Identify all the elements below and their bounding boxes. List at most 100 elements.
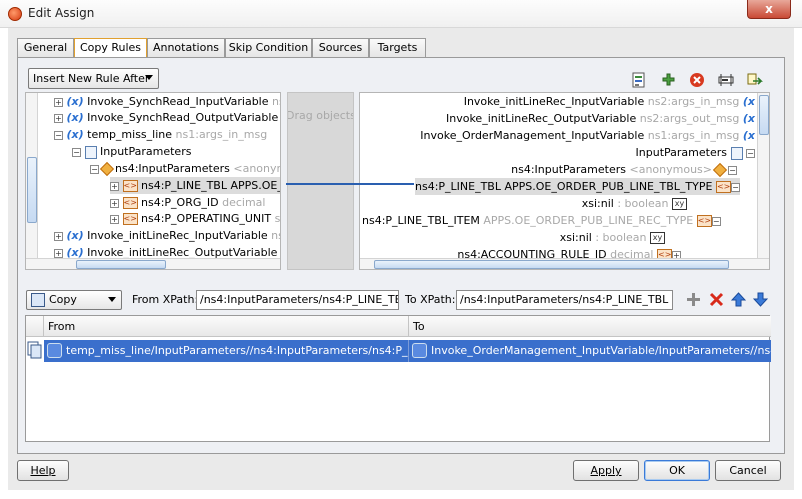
- help-button[interactable]: Help: [17, 460, 69, 481]
- complex-element-icon: <>: [122, 213, 138, 225]
- tab-general[interactable]: General: [17, 38, 74, 58]
- variable-icon: (x): [66, 95, 84, 108]
- copy-icon: [31, 293, 45, 307]
- variable-icon: [47, 343, 62, 358]
- insert-literal-icon[interactable]: [718, 72, 734, 88]
- column-header-to[interactable]: To: [409, 316, 771, 337]
- expand-icon[interactable]: +: [54, 248, 63, 258]
- variable-icon: (x: [742, 112, 755, 125]
- attribute-icon: xy: [650, 232, 665, 244]
- scroll-thumb[interactable]: [27, 157, 37, 223]
- collapse-icon[interactable]: −: [728, 165, 737, 175]
- tree-node-ns4-inputparameters[interactable]: −ns4:InputParameters <anonym: [90, 160, 280, 177]
- to-cell[interactable]: Invoke_OrderManagement_InputVariable/Inp…: [409, 340, 771, 362]
- expand-icon[interactable]: +: [110, 214, 119, 224]
- remove-icon[interactable]: [689, 72, 705, 88]
- expand-icon[interactable]: +: [54, 231, 63, 241]
- ok-button[interactable]: OK: [644, 460, 710, 481]
- tree-node-xsi-nil-1[interactable]: xsi:nil : boolean xy: [582, 195, 687, 212]
- variable-icon: [412, 343, 427, 358]
- complex-element-icon: <>: [715, 181, 731, 193]
- tree-node-invoke-synchread-output[interactable]: + (x) Invoke_SynchRead_OutputVariable ns…: [54, 109, 280, 126]
- target-tree-panel[interactable]: Invoke_initLineRec_InputVariable ns2:arg…: [359, 92, 770, 270]
- element-icon: [712, 162, 728, 178]
- to-xpath-field[interactable]: /ns4:InputParameters/ns4:P_LINE_TBL: [456, 290, 673, 310]
- tree-node-p-operating-unit[interactable]: + <> ns4:P_OPERATING_UNIT s: [110, 210, 280, 227]
- auto-map-icon[interactable]: [747, 72, 763, 88]
- add-rule-icon[interactable]: [686, 292, 701, 307]
- tree-node-inputparameters[interactable]: − InputParameters: [72, 143, 191, 160]
- expand-icon[interactable]: +: [110, 181, 119, 191]
- to-xpath-label: To XPath:: [405, 293, 456, 306]
- tab-annotations[interactable]: Annotations: [147, 38, 225, 58]
- insert-rule-dropdown[interactable]: Insert New Rule After: [28, 68, 159, 89]
- table-row[interactable]: temp_miss_line/InputParameters//ns4:Inpu…: [44, 340, 771, 362]
- source-tree-panel[interactable]: + (x) Invoke_SynchRead_InputVariable ns3…: [25, 92, 281, 270]
- chevron-down-icon: [108, 297, 116, 302]
- scroll-thumb[interactable]: [374, 260, 729, 269]
- tree-node-temp-miss-line[interactable]: − (x) temp_miss_line ns1:args_in_msg: [54, 126, 267, 143]
- apply-button[interactable]: Apply: [573, 460, 639, 481]
- tree-node-ns4-inputparameters-target[interactable]: ns4:InputParameters <anonymous> −: [511, 161, 737, 178]
- message-part-icon: [84, 145, 97, 159]
- cancel-button[interactable]: Cancel: [715, 460, 781, 481]
- tree-node-p-line-tbl-item[interactable]: ns4:P_LINE_TBL_ITEM APPS.OE_ORDER_PUB_LI…: [362, 212, 721, 229]
- tree-node-p-org-id[interactable]: + <> ns4:P_ORG_ID decimal: [110, 194, 265, 211]
- source-vertical-scrollbar[interactable]: [26, 93, 38, 259]
- source-horizontal-scrollbar[interactable]: [26, 258, 280, 269]
- move-up-icon[interactable]: [731, 292, 746, 307]
- tree-node-inputparameters-target[interactable]: InputParameters −: [636, 144, 755, 161]
- expression-builder-icon[interactable]: [631, 72, 647, 88]
- column-header-from[interactable]: From: [44, 316, 409, 337]
- expand-icon[interactable]: +: [54, 97, 63, 107]
- tree-node-invoke-initlinerec-input[interactable]: + (x) Invoke_initLineRec_InputVariable n…: [54, 227, 280, 244]
- target-vertical-scrollbar[interactable]: [757, 93, 769, 259]
- tree-node-invoke-ordermanagement-input[interactable]: Invoke_OrderManagement_InputVariable ns1…: [420, 127, 755, 144]
- add-xml-fragment-icon[interactable]: [660, 72, 676, 88]
- collapse-icon[interactable]: −: [90, 164, 99, 174]
- window-close-button[interactable]: x: [747, 0, 791, 19]
- row-copy-icon: [27, 341, 43, 359]
- from-cell[interactable]: temp_miss_line/InputParameters//ns4:Inpu…: [44, 340, 409, 362]
- tab-skip-condition[interactable]: Skip Condition: [225, 38, 312, 58]
- tree-node-xsi-nil-2[interactable]: xsi:nil : boolean xy: [560, 229, 665, 246]
- variable-icon: (x: [742, 129, 755, 142]
- row-header-column: [26, 316, 44, 337]
- insert-rule-label: Insert New Rule After: [33, 72, 150, 85]
- drag-hint-text: Drag objects h: [287, 109, 354, 122]
- tree-node-invoke-initlinerec-input-target[interactable]: Invoke_initLineRec_InputVariable ns2:arg…: [464, 93, 755, 110]
- variable-icon: (x: [742, 95, 755, 108]
- attribute-icon: xy: [672, 198, 687, 210]
- from-xpath-label: From XPath:: [132, 293, 199, 306]
- tab-copy-rules[interactable]: Copy Rules: [74, 38, 147, 59]
- mapping-link-line[interactable]: [286, 183, 414, 185]
- expand-icon[interactable]: +: [54, 113, 63, 123]
- complex-element-icon: <>: [696, 215, 712, 227]
- app-logo-icon: [8, 7, 22, 21]
- collapse-icon[interactable]: −: [711, 216, 721, 226]
- delete-rule-icon[interactable]: [709, 292, 724, 307]
- collapse-icon[interactable]: −: [54, 130, 63, 140]
- tab-sources[interactable]: Sources: [312, 38, 369, 58]
- tree-node-p-line-tbl[interactable]: + <> ns4:P_LINE_TBL APPS.OE_: [110, 177, 280, 194]
- copy-operation-dropdown[interactable]: Copy: [26, 290, 122, 310]
- target-horizontal-scrollbar[interactable]: [360, 258, 769, 269]
- tree-node-invoke-synchread-input[interactable]: + (x) Invoke_SynchRead_InputVariable ns3…: [54, 93, 280, 110]
- scroll-thumb[interactable]: [759, 95, 769, 135]
- variable-icon: (x): [66, 128, 84, 141]
- complex-element-icon: <>: [122, 180, 138, 192]
- expand-icon[interactable]: +: [110, 198, 119, 208]
- tree-node-p-line-tbl-target[interactable]: ns4:P_LINE_TBL APPS.OE_ORDER_PUB_LINE_TB…: [415, 178, 740, 195]
- collapse-icon[interactable]: −: [730, 182, 740, 192]
- tree-node-invoke-initlinerec-output-target[interactable]: Invoke_initLineRec_OutputVariable ns2:ar…: [446, 110, 755, 127]
- title-bar: [0, 0, 802, 28]
- collapse-icon[interactable]: −: [746, 148, 755, 158]
- from-xpath-field[interactable]: /ns4:InputParameters/ns4:P_LINE_TBL: [196, 290, 399, 310]
- copy-rules-table[interactable]: From To temp_miss_line/InputParameters//…: [25, 315, 771, 442]
- scroll-thumb[interactable]: [76, 260, 166, 269]
- move-down-icon[interactable]: [753, 292, 768, 307]
- complex-element-icon: <>: [122, 197, 138, 209]
- collapse-icon[interactable]: −: [72, 147, 81, 157]
- tab-targets[interactable]: Targets: [369, 38, 426, 58]
- mapping-canvas[interactable]: Drag objects h: [287, 92, 354, 270]
